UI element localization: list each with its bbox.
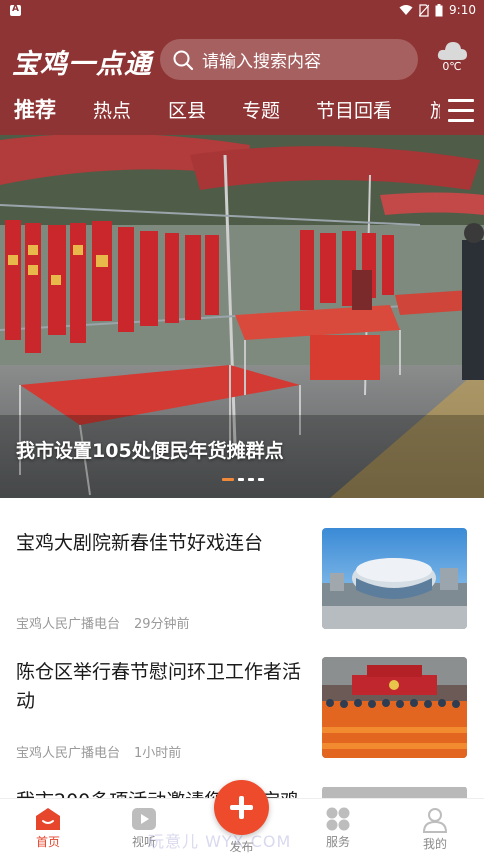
news-time: 29分钟前 [134, 617, 190, 632]
search-icon [173, 50, 194, 70]
carousel-dot [248, 478, 254, 481]
user-icon [422, 808, 448, 833]
publish-button[interactable] [214, 780, 269, 835]
nav-publish-label: 发布 [229, 840, 254, 854]
news-meta: 宝鸡人民广播电台 29分钟前 [16, 613, 190, 632]
news-source: 宝鸡人民广播电台 [16, 617, 121, 632]
search-bar[interactable]: 请输入搜索内容 [160, 39, 418, 80]
carousel-dot [222, 478, 234, 481]
category-tabs: 推荐 热点 区县 专题 节目回看 旅 [0, 92, 440, 130]
nav-profile-label: 我的 [422, 837, 447, 851]
tab-recommend[interactable]: 推荐 [14, 94, 56, 124]
home-icon [36, 808, 60, 830]
news-thumbnail [322, 528, 467, 629]
nav-services[interactable]: 服务 [298, 807, 378, 850]
carousel-indicator [222, 478, 264, 481]
clock: 9:10 [449, 3, 476, 17]
news-title: 宝鸡大剧院新春佳节好戏连台 [16, 532, 264, 554]
nav-home[interactable]: 首页 [8, 807, 88, 850]
app-header: A 9:10 宝鸡一点通 请输入搜索内容 0℃ 推荐 热点 区县 专题 节目回看… [0, 0, 484, 135]
temperature: 0℃ [442, 60, 462, 73]
tab-counties[interactable]: 区县 [168, 96, 206, 123]
wifi-icon [399, 5, 413, 15]
tab-topics[interactable]: 专题 [242, 96, 280, 123]
app-logo: 宝鸡一点通 [12, 49, 152, 80]
news-source: 宝鸡人民广播电台 [16, 746, 121, 761]
news-item[interactable]: 陈仓区举行春节慰问环卫工作者活动 宝鸡人民广播电台 1小时前 [0, 657, 484, 786]
tab-travel[interactable]: 旅 [430, 96, 440, 123]
status-bar: A 9:10 [0, 0, 484, 22]
carousel-dot [238, 478, 244, 481]
notification-icon: A [10, 4, 21, 16]
tab-replay[interactable]: 节目回看 [316, 96, 392, 123]
grid-icon [326, 807, 350, 831]
news-item[interactable]: 宝鸡大剧院新春佳节好戏连台 宝鸡人民广播电台 29分钟前 [0, 528, 484, 657]
no-sim-icon [419, 3, 430, 17]
banner-title[interactable]: 我市设置105处便民年货摊群点 [16, 436, 284, 463]
tab-hot[interactable]: 热点 [93, 96, 131, 123]
menu-icon[interactable] [448, 99, 474, 123]
battery-icon [435, 3, 443, 16]
news-meta: 宝鸡人民广播电台 1小时前 [16, 742, 181, 761]
search-placeholder: 请输入搜索内容 [202, 52, 321, 72]
cloud-icon [437, 42, 467, 60]
carousel-dot [258, 478, 264, 481]
news-time: 1小时前 [134, 746, 182, 761]
nav-services-label: 服务 [325, 835, 350, 849]
nav-profile[interactable]: 我的 [395, 807, 475, 852]
news-title: 陈仓区举行春节慰问环卫工作者活动 [16, 661, 302, 712]
nav-home-label: 首页 [35, 835, 60, 849]
weather-widget[interactable]: 0℃ [434, 38, 470, 73]
news-thumbnail [322, 657, 467, 758]
